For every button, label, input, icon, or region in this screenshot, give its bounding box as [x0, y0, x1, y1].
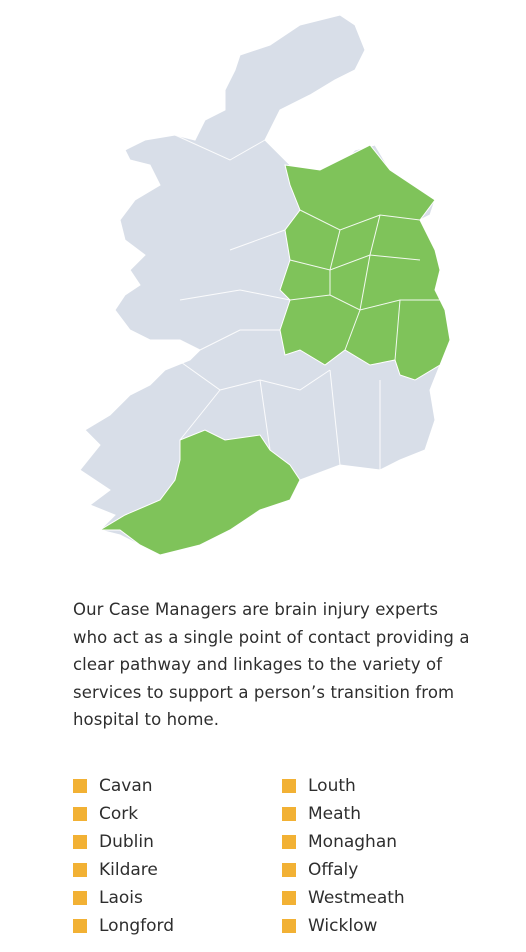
county-item: Louth	[282, 772, 405, 800]
county-item: Westmeath	[282, 884, 405, 912]
county-item: Wicklow	[282, 912, 405, 940]
county-item: Offaly	[282, 856, 405, 884]
description-text: Our Case Managers are brain injury exper…	[73, 600, 470, 729]
county-list-right: Louth Meath Monaghan Offaly Westmeath Wi…	[282, 772, 405, 940]
county-item: Monaghan	[282, 828, 405, 856]
county-item: Meath	[282, 800, 405, 828]
county-item: Cavan	[73, 772, 174, 800]
bullet-square-icon	[73, 863, 87, 877]
county-list-left: Cavan Cork Dublin Kildare Laois Longford	[73, 772, 174, 940]
bullet-square-icon	[282, 835, 296, 849]
highlighted-region-east	[279, 144, 451, 381]
county-label: Wicklow	[308, 916, 378, 936]
bullet-square-icon	[73, 779, 87, 793]
bullet-square-icon	[73, 891, 87, 905]
county-item: Dublin	[73, 828, 174, 856]
county-item: Laois	[73, 884, 174, 912]
bullet-square-icon	[282, 891, 296, 905]
bullet-square-icon	[73, 835, 87, 849]
bullet-square-icon	[282, 863, 296, 877]
bullet-square-icon	[282, 779, 296, 793]
county-item: Longford	[73, 912, 174, 940]
county-label: Cork	[99, 804, 139, 824]
county-label: Kildare	[99, 860, 158, 880]
county-label: Offaly	[308, 860, 359, 880]
county-item: Cork	[73, 800, 174, 828]
county-label: Westmeath	[308, 888, 405, 908]
county-label: Meath	[308, 804, 361, 824]
bullet-square-icon	[73, 919, 87, 933]
county-label: Louth	[308, 776, 356, 796]
county-label: Longford	[99, 916, 175, 936]
county-label: Dublin	[99, 832, 154, 852]
county-label: Cavan	[99, 776, 153, 796]
county-item: Kildare	[73, 856, 174, 884]
bullet-square-icon	[282, 919, 296, 933]
ireland-map	[79, 14, 451, 556]
bullet-square-icon	[73, 807, 87, 821]
bullet-square-icon	[282, 807, 296, 821]
county-label: Monaghan	[308, 832, 398, 852]
county-label: Laois	[99, 888, 143, 908]
